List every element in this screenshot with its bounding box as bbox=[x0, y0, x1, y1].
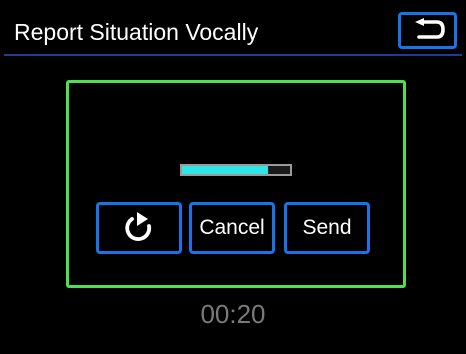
page-title: Report Situation Vocally bbox=[14, 19, 259, 45]
replay-arrow-icon bbox=[125, 212, 152, 241]
cancel-button[interactable]: Cancel bbox=[189, 202, 275, 254]
replay-button[interactable] bbox=[96, 202, 182, 254]
cancel-button-label: Cancel bbox=[199, 216, 265, 239]
send-button-label: Send bbox=[302, 216, 352, 239]
send-button[interactable]: Send bbox=[284, 202, 370, 254]
recording-progress-bar bbox=[180, 164, 292, 176]
return-arrow-icon bbox=[414, 17, 445, 39]
title-divider bbox=[4, 54, 462, 56]
back-button[interactable] bbox=[398, 12, 457, 49]
progress-fill bbox=[182, 166, 269, 174]
recording-panel bbox=[66, 80, 406, 288]
recording-timer: 00:20 bbox=[200, 299, 266, 329]
